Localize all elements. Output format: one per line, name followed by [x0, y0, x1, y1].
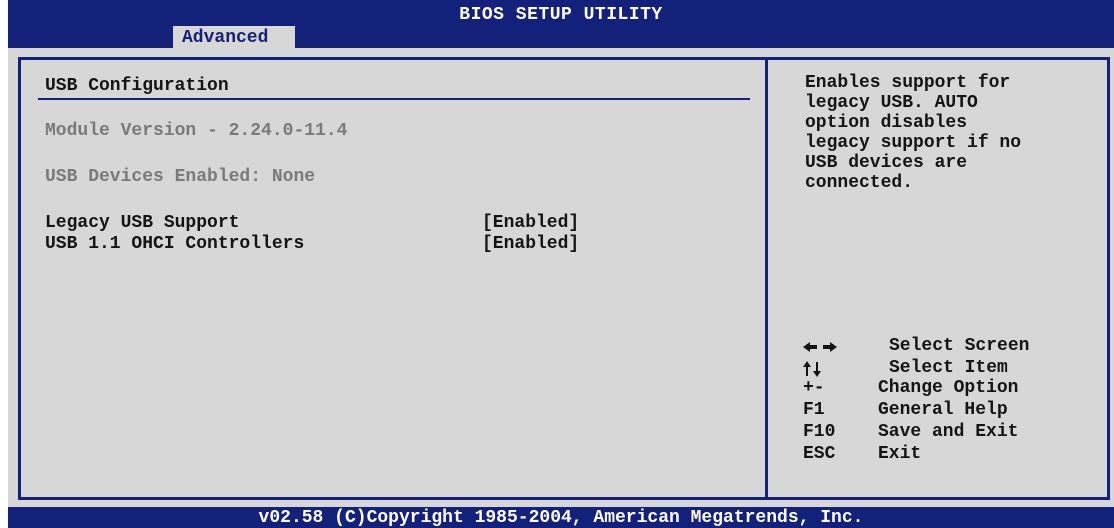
key-row-save-exit: F10 Save and Exit [803, 422, 1093, 444]
heading-underline [38, 98, 750, 100]
copyright-text: v02.58 (C)Copyright 1985-2004, American … [258, 508, 864, 528]
module-version-text: Module Version - 2.24.0-11.4 [45, 121, 348, 141]
key-plus-minus: +- [803, 378, 825, 398]
key-row-general-help: F1 General Help [803, 400, 1093, 422]
key-action-change-option: Change Option [878, 378, 1019, 398]
key-action-select-screen: Select Screen [889, 336, 1030, 356]
key-esc: ESC [803, 444, 836, 464]
panel-divider [765, 57, 768, 500]
usb-devices-enabled-text: USB Devices Enabled: None [45, 167, 316, 187]
left-right-arrows-icon [803, 342, 837, 352]
footer-bar: v02.58 (C)Copyright 1985-2004, American … [8, 507, 1114, 528]
tab-advanced[interactable]: Advanced [173, 26, 295, 48]
key-action-exit: Exit [878, 444, 922, 464]
key-row-change-option: +- Change Option [803, 378, 1093, 400]
bios-title: BIOS SETUP UTILITY [459, 5, 663, 25]
bios-screen: BIOS SETUP UTILITY Advanced USB Configur… [0, 0, 1114, 528]
key-row-select-screen: Select Screen [803, 336, 1093, 358]
key-row-select-item: Select Item [803, 358, 1093, 380]
key-row-exit: ESC Exit [803, 444, 1093, 466]
legacy-usb-support-option[interactable]: Legacy USB Support [45, 213, 239, 233]
key-action-select-item: Select Item [889, 358, 1008, 378]
usb-ohci-controllers-option[interactable]: USB 1.1 OHCI Controllers [45, 234, 304, 254]
key-f10: F10 [803, 422, 836, 442]
help-description: Enables support for legacy USB. AUTO opt… [805, 73, 1022, 193]
legacy-usb-support-value[interactable]: [Enabled] [482, 213, 579, 233]
usb-ohci-controllers-value[interactable]: [Enabled] [482, 234, 579, 254]
key-f1: F1 [803, 400, 825, 420]
section-heading: USB Configuration [45, 76, 229, 96]
title-bar: BIOS SETUP UTILITY Advanced [8, 0, 1114, 48]
key-action-save-exit: Save and Exit [878, 422, 1019, 442]
key-action-general-help: General Help [878, 400, 1008, 420]
up-down-arrows-icon [803, 361, 821, 377]
